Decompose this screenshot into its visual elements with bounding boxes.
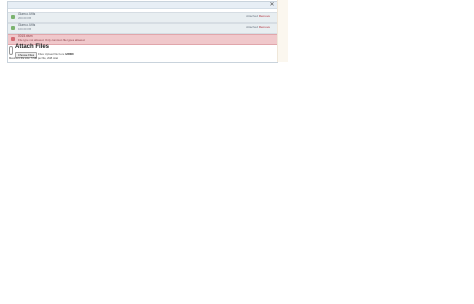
- file-status: Attached Remove: [246, 14, 270, 18]
- max-value: 5 MB per file, 2GB total: [31, 57, 58, 60]
- error-message: File type not allowed. Only common file …: [18, 38, 86, 42]
- status-label: Attached: [246, 14, 258, 18]
- chosen-files-text: Files Upload file here 1/3000: [38, 52, 74, 56]
- attachments-dialog: ✕ Glam.c.li.fils 200.00 KB Attached Remo…: [7, 1, 278, 63]
- attach-section: Attach Files Choose Files Files Upload f…: [8, 43, 208, 61]
- max-prefix: Maximum file size:: [9, 57, 31, 60]
- paperclip-icon: [9, 46, 13, 55]
- dialog-title-bar: ✕: [8, 2, 277, 9]
- chosen-text: Upload file here: [44, 52, 65, 56]
- chosen-count: 1/3000: [65, 52, 74, 56]
- file-size: 200.00 KB: [18, 16, 32, 20]
- remove-link[interactable]: Remove: [259, 25, 270, 29]
- file-row: Glam.c.li.fils 100.00 KB Attached Remove: [8, 23, 277, 34]
- remove-link[interactable]: Remove: [259, 14, 270, 18]
- max-size-note: Maximum file size: 5 MB per file, 2GB to…: [9, 57, 58, 60]
- attach-title: Attach Files: [15, 44, 50, 50]
- file-status: Attached Remove: [246, 25, 270, 29]
- close-icon[interactable]: ✕: [269, 2, 275, 8]
- side-strip: [277, 0, 288, 62]
- chosen-prefix: Files: [38, 52, 44, 56]
- file-size: 100.00 KB: [18, 27, 32, 31]
- error-icon: [11, 37, 15, 41]
- file-row: Glam.c.li.fils 200.00 KB Attached Remove: [8, 12, 277, 23]
- status-label: Attached: [246, 25, 258, 29]
- success-icon: [11, 26, 15, 30]
- success-icon: [11, 15, 15, 19]
